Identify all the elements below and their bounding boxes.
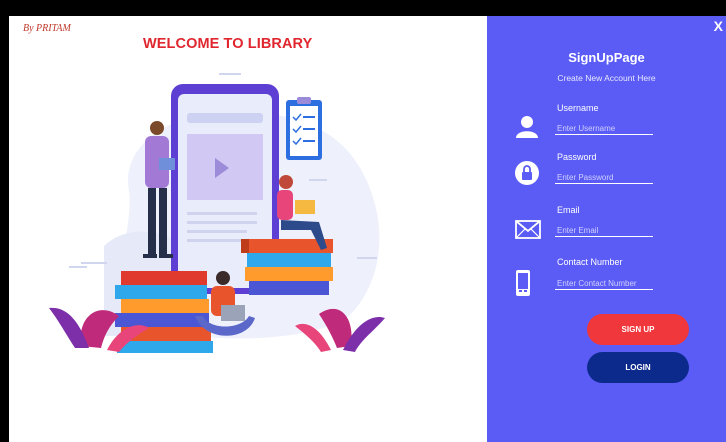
page-subtitle: Create New Account Here [557, 73, 656, 83]
page-title: SignUpPage [568, 50, 645, 65]
email-input[interactable] [555, 224, 653, 237]
signup-button[interactable]: SIGN UP [587, 314, 689, 345]
close-button[interactable]: X [714, 18, 723, 34]
contact-label: Contact Number [557, 257, 623, 267]
lock-icon [515, 161, 539, 185]
signup-panel: X SignUpPage Create New Account Here Use… [487, 16, 726, 442]
envelope-icon [515, 220, 541, 239]
email-label: Email [557, 205, 580, 215]
user-icon [516, 116, 538, 138]
username-label: Username [557, 103, 599, 113]
password-input[interactable] [555, 171, 653, 184]
login-button[interactable]: LOGIN [587, 352, 689, 383]
username-input[interactable] [555, 122, 653, 135]
contact-input[interactable] [555, 277, 653, 290]
illustration-panel: By PRITAM WELCOME TO LIBRARY [9, 16, 487, 442]
phone-icon [516, 270, 530, 296]
library-illustration [49, 73, 385, 353]
password-label: Password [557, 152, 597, 162]
